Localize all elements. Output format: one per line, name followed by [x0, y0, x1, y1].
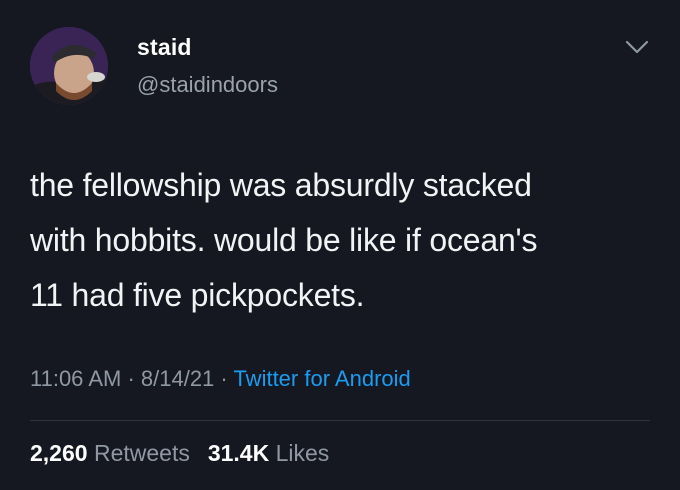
- divider: [30, 420, 650, 421]
- tweet-time[interactable]: 11:06 AM: [30, 366, 121, 391]
- retweets-stat[interactable]: 2,260 Retweets: [30, 440, 190, 466]
- tweet-stats: 2,260 Retweets 31.4K Likes: [30, 440, 329, 467]
- meta-separator: ·: [214, 366, 234, 391]
- meta-separator: ·: [121, 366, 141, 391]
- tweet-text-line: the fellowship was absurdly stacked: [30, 167, 532, 203]
- tweet-text-line: with hobbits. would be like if ocean's: [30, 222, 538, 258]
- chevron-down-icon[interactable]: [624, 36, 650, 58]
- retweets-count: 2,260: [30, 440, 88, 466]
- retweets-label: Retweets: [93, 440, 190, 466]
- tweet-source-link[interactable]: Twitter for Android: [233, 366, 410, 391]
- likes-label: Likes: [275, 440, 330, 466]
- tweet-text-line: 11 had five pickpockets.: [30, 277, 365, 313]
- avatar-image: [30, 27, 108, 105]
- tweet-card: staid @staidindoors the fellowship was a…: [0, 0, 680, 490]
- avatar[interactable]: [30, 27, 108, 105]
- display-name[interactable]: staid: [137, 34, 192, 61]
- likes-stat[interactable]: 31.4K Likes: [208, 440, 329, 466]
- tweet-date[interactable]: 8/14/21: [141, 366, 214, 391]
- tweet-text: the fellowship was absurdly stacked with…: [30, 158, 660, 323]
- user-handle[interactable]: @staidindoors: [137, 72, 278, 98]
- tweet-meta: 11:06 AM · 8/14/21 · Twitter for Android: [30, 366, 411, 392]
- likes-count: 31.4K: [207, 440, 270, 466]
